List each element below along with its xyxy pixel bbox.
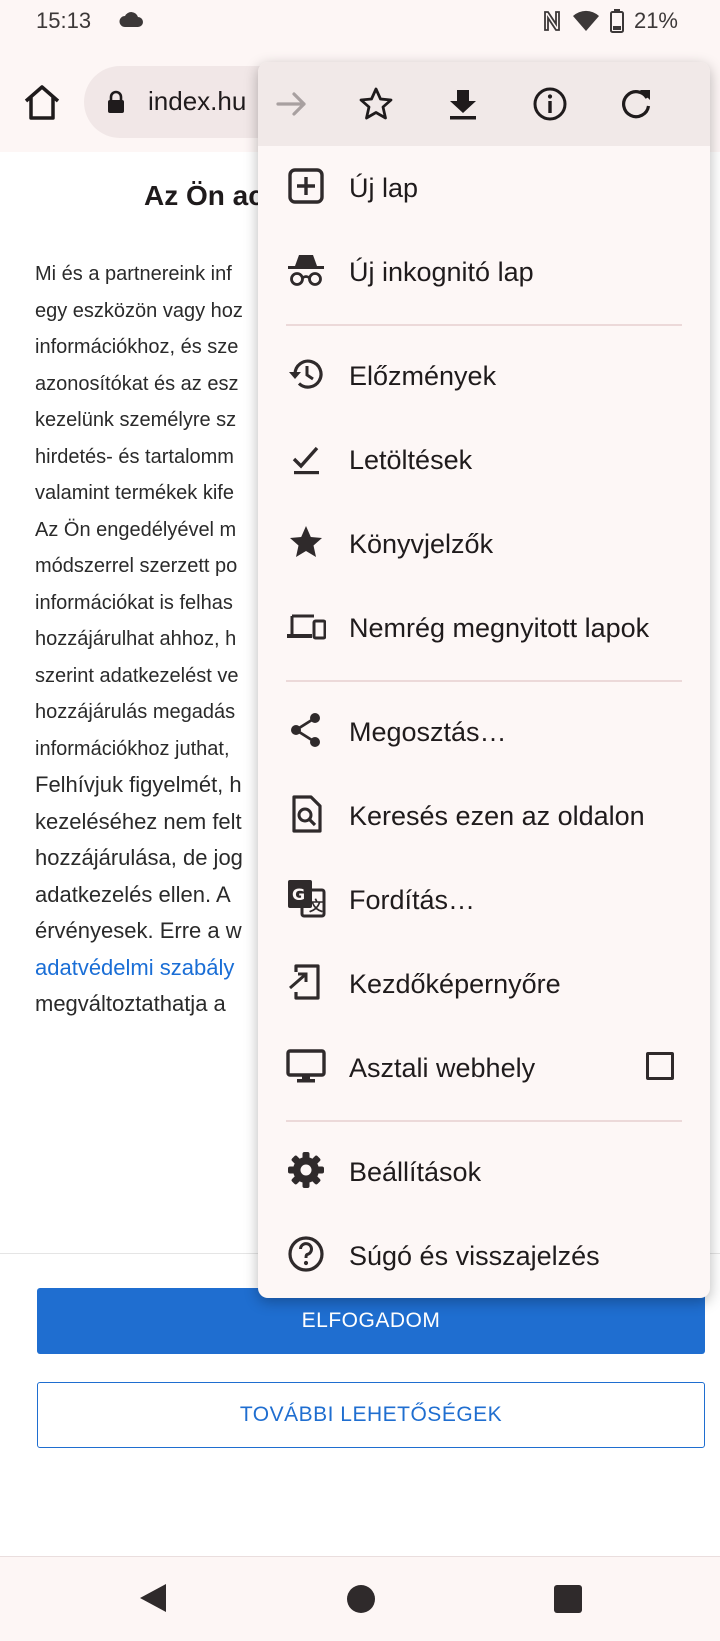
menu-item-share[interactable]: Megosztás… — [258, 690, 710, 774]
menu-divider — [286, 324, 682, 326]
menu-item-label: Megosztás… — [349, 717, 507, 747]
battery-percent: 21% — [633, 8, 678, 33]
desktop-site-checkbox[interactable] — [646, 1052, 674, 1080]
menu-item-history[interactable]: Előzmények — [258, 334, 710, 418]
home-icon[interactable] — [20, 80, 64, 124]
add-to-home-screen-icon — [289, 964, 320, 1000]
menu-item-new-tab[interactable]: Új lap — [258, 146, 710, 230]
menu-action-row — [258, 62, 710, 146]
svg-text:G: G — [292, 885, 305, 904]
nfc-icon — [544, 11, 560, 31]
menu-item-recent-tabs[interactable]: Nemrég megnyitott lapok — [258, 586, 710, 670]
page-title: Az Ön ac — [144, 180, 264, 211]
menu-item-label: Új lap — [349, 173, 419, 203]
home-nav-icon[interactable] — [347, 1585, 375, 1613]
overflow-menu: Új lap Új inkognitó lap Előzmények Letöl… — [258, 62, 710, 1298]
downloads-check-icon — [292, 446, 319, 475]
share-icon — [291, 713, 320, 747]
menu-item-help[interactable]: Súgó és visszajelzés — [258, 1214, 710, 1298]
new-tab-icon — [288, 168, 324, 204]
menu-item-incognito[interactable]: Új inkognitó lap — [258, 230, 710, 314]
menu-item-label: Beállítások — [349, 1157, 482, 1187]
status-bar: 15:13 21% — [0, 0, 720, 44]
bookmarks-star-icon — [290, 526, 322, 557]
status-icons: 21% — [542, 8, 678, 34]
bookmark-star-icon[interactable] — [356, 84, 396, 124]
forward-icon[interactable] — [272, 84, 312, 124]
status-time: 15:13 — [36, 8, 92, 33]
lock-icon — [108, 90, 124, 113]
info-icon[interactable] — [530, 84, 570, 124]
menu-item-translate[interactable]: G 文 Fordítás… — [258, 858, 710, 942]
battery-icon — [609, 9, 624, 33]
menu-item-label: Asztali webhely — [349, 1053, 536, 1083]
back-icon[interactable] — [138, 1582, 168, 1614]
incognito-icon — [288, 255, 324, 286]
menu-item-bookmarks[interactable]: Könyvjelzők — [258, 502, 710, 586]
gear-icon — [288, 1152, 324, 1188]
translate-icon: G 文 — [288, 880, 326, 918]
find-in-page-icon — [292, 795, 322, 833]
url-text: index.hu — [148, 86, 247, 116]
menu-item-label: Új inkognitó lap — [349, 257, 534, 287]
menu-item-label: Súgó és visszajelzés — [349, 1241, 600, 1271]
menu-divider — [286, 1120, 682, 1122]
menu-item-settings[interactable]: Beállítások — [258, 1130, 710, 1214]
menu-item-label: Nemrég megnyitott lapok — [349, 613, 650, 643]
menu-item-label: Könyvjelzők — [349, 529, 494, 559]
more-options-button[interactable]: TOVÁBBI LEHETŐSÉGEK — [37, 1382, 705, 1448]
recents-icon[interactable] — [554, 1585, 582, 1613]
menu-item-downloads[interactable]: Letöltések — [258, 418, 710, 502]
menu-item-label: Kezdőképernyőre — [349, 969, 561, 999]
devices-icon — [287, 614, 326, 640]
desktop-monitor-icon — [286, 1049, 326, 1083]
menu-item-find-in-page[interactable]: Keresés ezen az oldalon — [258, 774, 710, 858]
system-nav-bar — [0, 1556, 720, 1641]
menu-item-label: Előzmények — [349, 361, 497, 391]
download-icon[interactable] — [443, 84, 483, 124]
menu-item-label: Keresés ezen az oldalon — [349, 801, 645, 831]
refresh-icon[interactable] — [616, 84, 656, 124]
menu-item-desktop-site[interactable]: Asztali webhely — [258, 1026, 710, 1110]
menu-item-label: Fordítás… — [349, 885, 476, 915]
help-icon — [288, 1236, 324, 1272]
svg-text:文: 文 — [309, 898, 324, 915]
history-icon — [289, 359, 323, 389]
menu-divider — [286, 680, 682, 682]
wifi-icon — [572, 10, 599, 31]
cloud-icon — [119, 12, 143, 27]
menu-item-add-to-home[interactable]: Kezdőképernyőre — [258, 942, 710, 1026]
menu-item-label: Letöltések — [349, 445, 473, 475]
